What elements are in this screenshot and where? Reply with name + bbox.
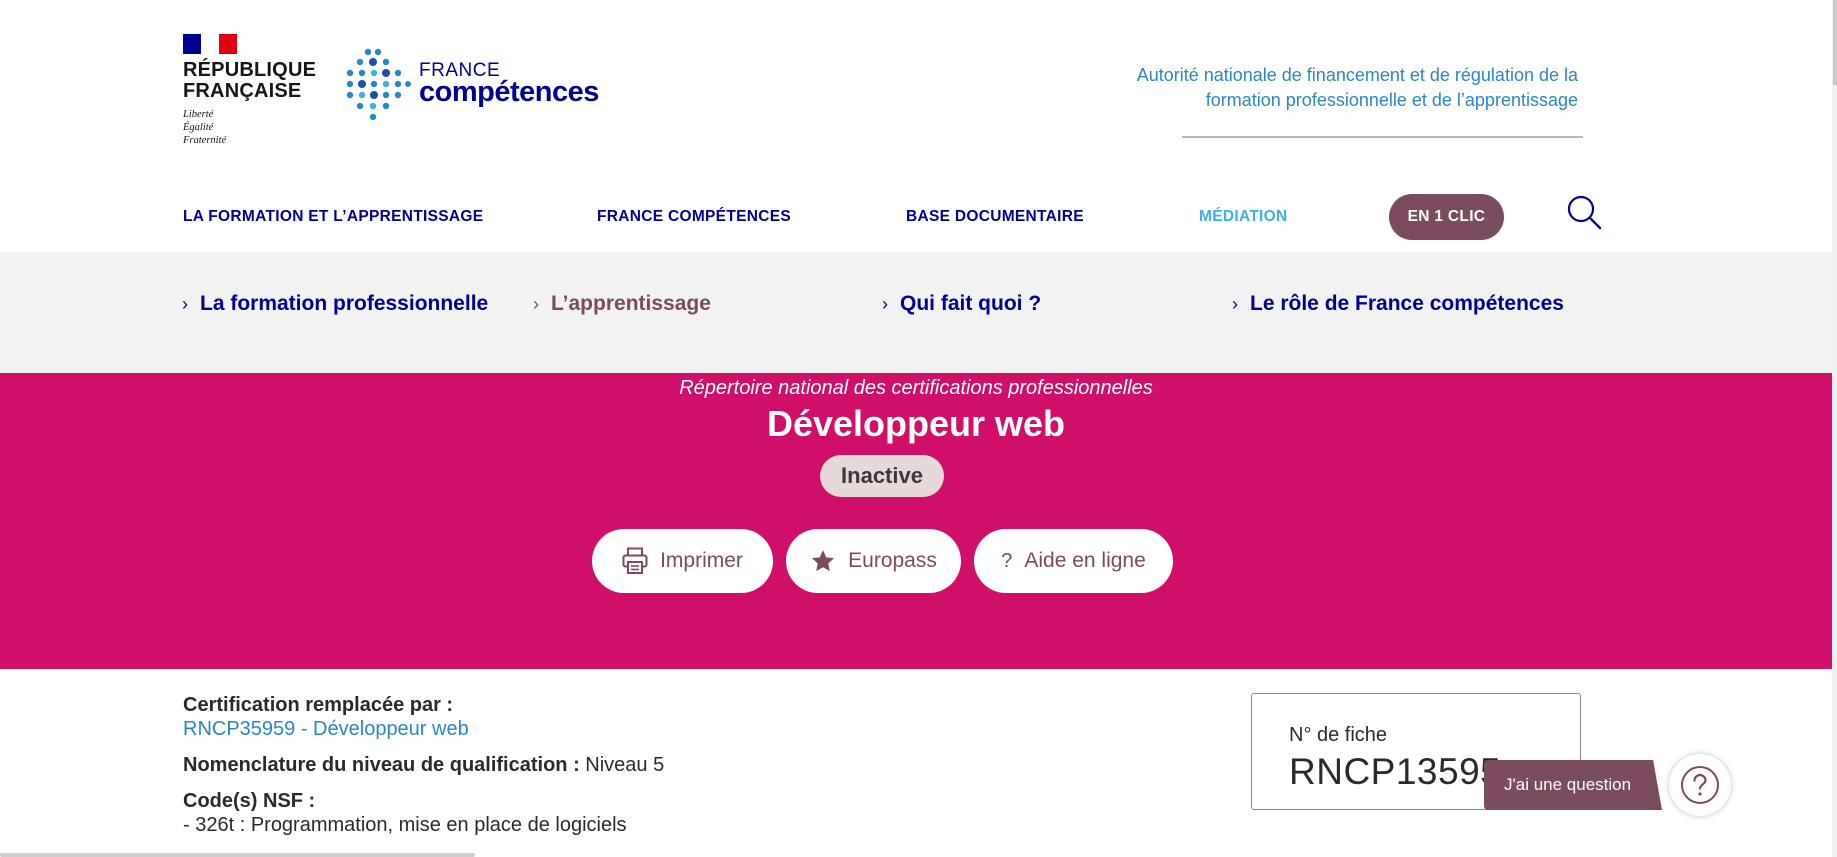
search-button[interactable] (1565, 193, 1605, 233)
online-help-button-label: Aide en ligne (1024, 549, 1146, 572)
status-badge: Inactive (820, 455, 944, 497)
nav-mediation[interactable]: MÉDIATION (1199, 208, 1288, 226)
print-button[interactable]: Imprimer (592, 529, 773, 593)
subnav-label: Qui fait quoi ? (900, 292, 1042, 315)
nsf-code-value: - 326t : Programmation, mise en place de… (183, 814, 627, 836)
replaced-by-link[interactable]: RNCP35959 - Développeur web (183, 717, 1083, 741)
rf-motto-3: Fraternité (183, 135, 227, 146)
subnav-qui-fait-quoi[interactable]: › Qui fait quoi ? (882, 292, 1041, 316)
online-help-button[interactable]: ? Aide en ligne (974, 529, 1173, 593)
star-icon (812, 550, 835, 572)
france-competences-hex-icon (346, 48, 411, 121)
chevron-right-icon: › (1232, 293, 1238, 314)
subnav-label: L’apprentissage (551, 292, 711, 315)
rf-motto: Liberté Égalité Fraternité (183, 108, 323, 147)
help-chat-button[interactable] (1669, 754, 1731, 816)
nsf-codes-label: Code(s) NSF : (183, 790, 316, 812)
qualification-level-value: Niveau 5 (585, 754, 665, 776)
qualification-level-label: Nomenclature du niveau de qualification … (183, 754, 580, 776)
tagline-divider (1182, 136, 1583, 138)
replaced-by-label: Certification remplacée par : (183, 694, 454, 716)
page-title: Développeur web (766, 403, 1066, 444)
site-header: RÉPUBLIQUE FRANÇAISE Liberté Égalité Fra… (0, 0, 1832, 252)
subnav-label: La formation professionnelle (200, 292, 489, 315)
europass-button[interactable]: Europass (786, 529, 961, 593)
subnav-apprentissage[interactable]: › L’apprentissage (533, 292, 711, 316)
print-button-label: Imprimer (660, 549, 743, 572)
horizontal-scrollbar-thumb[interactable] (0, 853, 475, 857)
rf-title-line1: RÉPUBLIQUE (183, 59, 317, 81)
question-circle-icon (1681, 766, 1719, 804)
rf-motto-2: Égalité (183, 122, 214, 133)
chevron-right-icon: › (882, 293, 888, 314)
fiche-number-label: N° de fiche (1289, 724, 1388, 746)
nav-france-competences[interactable]: FRANCE COMPÉTENCES (597, 208, 791, 226)
subnav-label: Le rôle de France compétences (1250, 292, 1564, 315)
banner-subtitle: Répertoire national des certifications p… (679, 377, 1153, 399)
subnav-formation-professionnelle[interactable]: › La formation professionnelle (182, 292, 488, 316)
printer-icon (622, 547, 648, 574)
chevron-right-icon: › (182, 293, 188, 314)
ask-question-button[interactable]: J'ai une question (1484, 760, 1662, 810)
republique-francaise-logo[interactable]: RÉPUBLIQUE FRANÇAISE Liberté Égalité Fra… (183, 34, 323, 147)
subnav-role-france-competences[interactable]: › Le rôle de France compétences (1232, 292, 1564, 316)
europass-button-label: Europass (848, 549, 937, 572)
nav-formation-apprentissage[interactable]: LA FORMATION ET L’APPRENTISSAGE (183, 208, 483, 226)
chevron-right-icon: › (533, 293, 539, 314)
nav-base-documentaire[interactable]: BASE DOCUMENTAIRE (906, 208, 1084, 226)
question-icon: ? (1001, 549, 1013, 572)
france-competences-logo[interactable]: FRANCE compétences (344, 46, 614, 122)
tagline-line2: formation professionnelle et de l’appren… (1205, 90, 1578, 110)
en-1-clic-button[interactable]: EN 1 CLIC (1389, 194, 1504, 240)
search-icon (1567, 195, 1602, 230)
fiche-number-value: RNCP13595 (1289, 751, 1502, 792)
certification-details: Certification remplacée par : RNCP35959 … (183, 693, 1083, 849)
vertical-scrollbar[interactable] (1832, 0, 1837, 857)
vertical-scrollbar-thumb[interactable] (1833, 0, 1837, 85)
brand-word-competences: compétences (419, 76, 599, 108)
certification-banner: Répertoire national des certifications p… (0, 373, 1832, 669)
rf-motto-1: Liberté (183, 109, 214, 120)
french-flag-icon (183, 34, 237, 54)
rf-title-line2: FRANÇAISE (183, 80, 302, 102)
tagline-line1: Autorité nationale de financement et de … (1136, 65, 1578, 85)
sub-navigation: › La formation professionnelle › L’appre… (0, 252, 1832, 373)
rf-title: RÉPUBLIQUE FRANÇAISE (183, 60, 323, 102)
site-tagline: Autorité nationale de financement et de … (1018, 63, 1578, 113)
